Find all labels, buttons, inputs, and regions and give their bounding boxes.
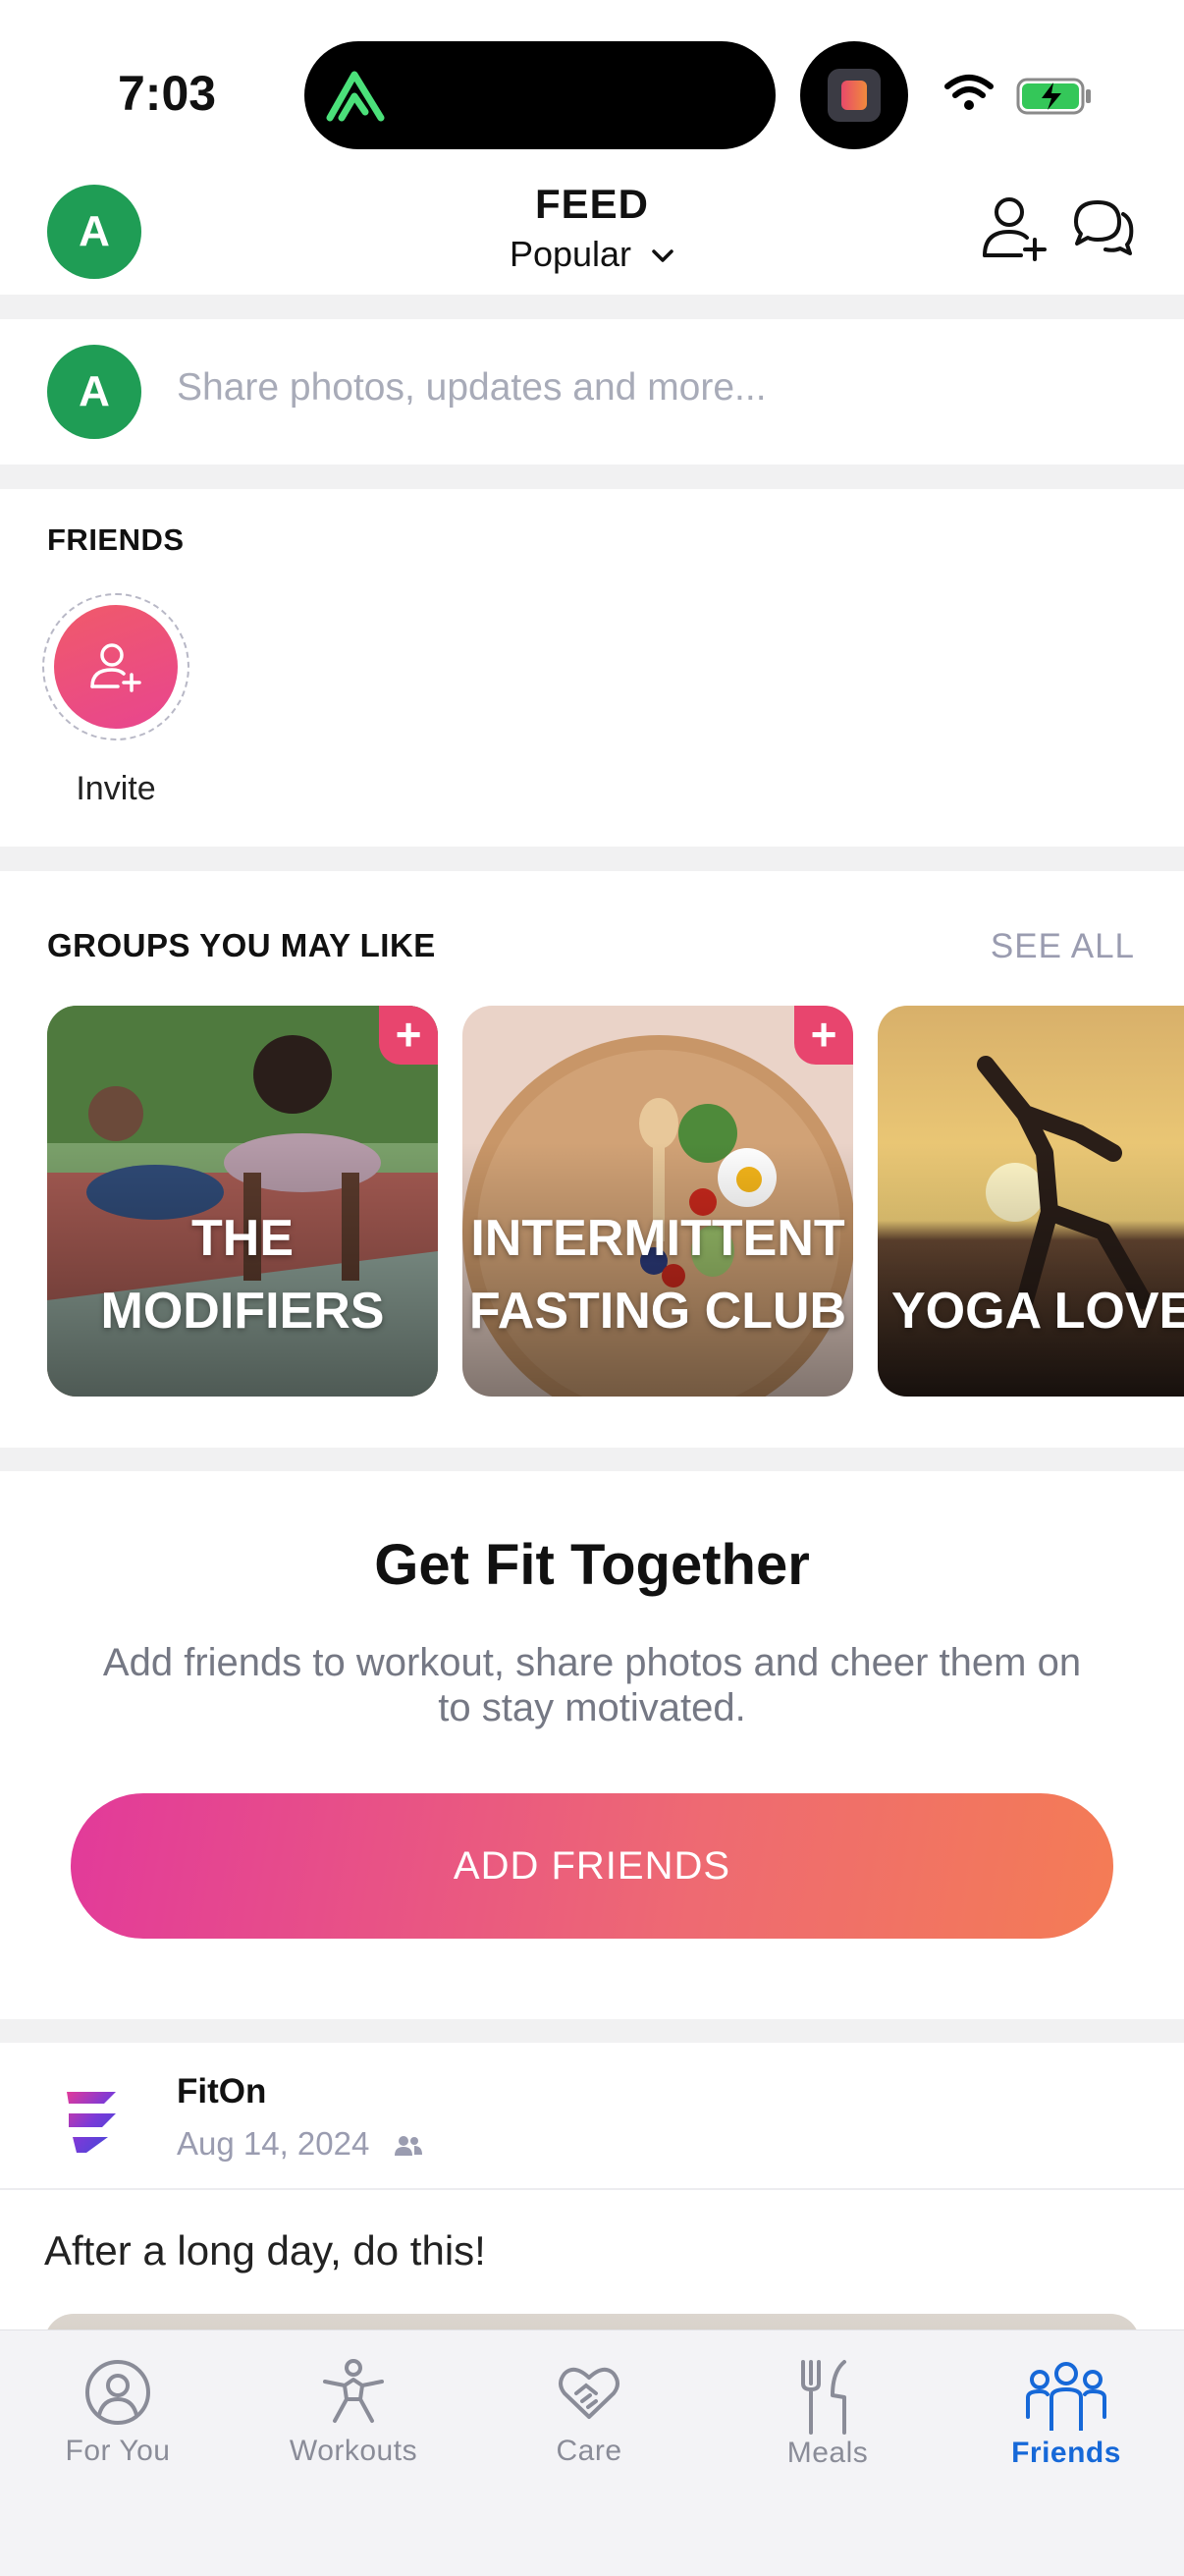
- invite-button[interactable]: [42, 593, 189, 740]
- tab-friends[interactable]: Friends: [948, 2348, 1184, 2486]
- group-title: THE MODIFIERS: [100, 1210, 385, 1340]
- add-friend-icon[interactable]: [980, 192, 1049, 261]
- post-date: Aug 14, 2024: [177, 2125, 424, 2163]
- figure-icon: [323, 2359, 384, 2423]
- fiton-logo-icon: [67, 2092, 116, 2153]
- post-date-text: Aug 14, 2024: [177, 2125, 370, 2162]
- invite-label: Invite: [76, 770, 156, 807]
- battery-charging-icon: [1016, 78, 1091, 115]
- post-divider: [0, 2188, 1184, 2190]
- post-text: After a long day, do this!: [44, 2227, 486, 2274]
- chevron-down-icon: [652, 249, 673, 263]
- add-person-icon: [90, 643, 141, 692]
- group-icon: [1026, 2362, 1106, 2431]
- status-bar: 7:03: [0, 0, 1184, 167]
- see-all-link[interactable]: SEE ALL: [991, 927, 1135, 966]
- friends-visibility-icon: [394, 2136, 422, 2157]
- tab-label: Friends: [1011, 2437, 1121, 2469]
- composer-avatar: A: [47, 345, 141, 439]
- feed-header: A FEED Popular: [0, 167, 1184, 295]
- groups-heading: GROUPS YOU MAY LIKE: [47, 927, 436, 963]
- bottom-tab-bar: For You Workouts Care Meals Friends: [0, 2329, 1184, 2576]
- groups-section: GROUPS YOU MAY LIKE SEE ALL THE MODIFIER…: [0, 871, 1184, 1448]
- tab-workouts[interactable]: Workouts: [236, 2348, 471, 2486]
- tab-label: Meals: [786, 2437, 869, 2469]
- add-friends-button[interactable]: ADD FRIENDS: [71, 1793, 1113, 1939]
- messages-icon[interactable]: [1068, 192, 1137, 261]
- person-circle-icon: [85, 2360, 150, 2425]
- promo-description: Add friends to workout, share photos and…: [102, 1641, 1082, 1729]
- composer-placeholder[interactable]: Share photos, updates and more...: [177, 366, 767, 410]
- tab-care[interactable]: Care: [471, 2348, 707, 2486]
- promo-title: Get Fit Together: [374, 1533, 810, 1597]
- friends-heading: FRIENDS: [47, 522, 185, 557]
- tab-for-you[interactable]: For You: [0, 2348, 236, 2486]
- fork-knife-icon: [801, 2360, 846, 2435]
- friends-section: FRIENDS Invite: [0, 489, 1184, 847]
- group-card[interactable]: YOGA LOVERS: [878, 1006, 1184, 1397]
- tab-label: Workouts: [289, 2435, 418, 2467]
- wifi-icon: [944, 75, 994, 110]
- tab-meals[interactable]: Meals: [710, 2348, 945, 2486]
- feed-post: FitOn Aug 14, 2024 After a long day, do …: [0, 2043, 1184, 2373]
- handshake-heart-icon: [559, 2367, 619, 2419]
- group-title: YOGA LOVERS: [891, 1283, 1184, 1340]
- join-group-button[interactable]: +: [794, 1006, 853, 1065]
- post-author[interactable]: FitOn: [177, 2072, 266, 2111]
- activity-mountain-icon: [326, 71, 385, 122]
- join-group-button[interactable]: +: [379, 1006, 438, 1065]
- dynamic-island: [304, 41, 776, 149]
- get-fit-together-card: Get Fit Together Add friends to workout,…: [0, 1471, 1184, 2019]
- tab-label: For You: [65, 2435, 171, 2467]
- post-composer[interactable]: A Share photos, updates and more...: [0, 319, 1184, 465]
- feed-filter-label: Popular: [509, 234, 632, 274]
- group-title: INTERMITTENT FASTING CLUB: [468, 1210, 847, 1340]
- group-card[interactable]: INTERMITTENT FASTING CLUB +: [462, 1006, 853, 1397]
- group-card[interactable]: THE MODIFIERS +: [47, 1006, 438, 1397]
- status-time: 7:03: [118, 66, 217, 121]
- tab-label: Care: [556, 2435, 622, 2467]
- live-activity-icon: [800, 41, 908, 149]
